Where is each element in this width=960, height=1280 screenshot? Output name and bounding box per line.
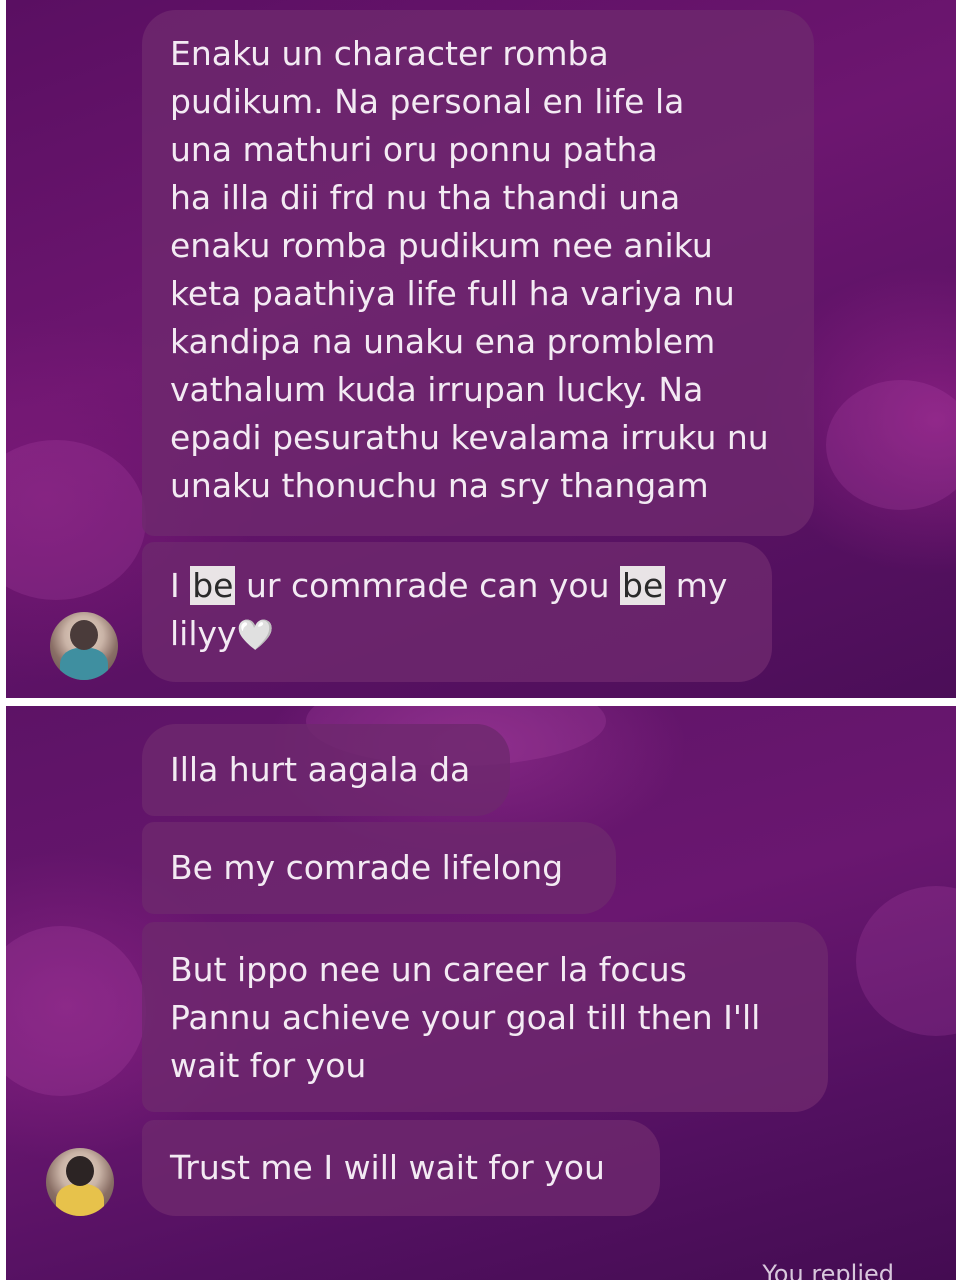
white-heart-emoji: 🤍 bbox=[236, 618, 274, 653]
heart-decoration bbox=[856, 886, 956, 1036]
chat-screenshot-bottom: Illa hurt aagala da Be my comrade lifelo… bbox=[6, 706, 956, 1280]
message-text: I be ur commrade can you be my bbox=[170, 566, 728, 605]
sender-avatar[interactable] bbox=[50, 612, 118, 680]
you-replied-label: You replied bbox=[762, 1260, 894, 1280]
chat-screenshot-top: Enaku un character romba pudikum. Na per… bbox=[6, 0, 956, 698]
heart-decoration bbox=[826, 380, 956, 510]
highlighted-word: be bbox=[620, 566, 666, 605]
highlighted-word: be bbox=[190, 566, 236, 605]
message-bubble[interactable]: Enaku un character romba pudikum. Na per… bbox=[142, 10, 814, 536]
message-bubble[interactable]: Illa hurt aagala da bbox=[142, 724, 510, 816]
message-text-line: lilyy bbox=[170, 614, 237, 653]
message-text: Trust me I will wait for you bbox=[170, 1148, 605, 1187]
heart-decoration bbox=[6, 440, 146, 600]
message-text: Illa hurt aagala da bbox=[170, 750, 471, 789]
message-bubble[interactable]: But ippo nee un career la focus Pannu ac… bbox=[142, 922, 828, 1112]
message-text: Be my comrade lifelong bbox=[170, 848, 564, 887]
message-text: Enaku un character romba pudikum. Na per… bbox=[170, 34, 769, 505]
heart-decoration bbox=[6, 926, 146, 1096]
message-bubble[interactable]: Be my comrade lifelong bbox=[142, 822, 616, 914]
message-bubble[interactable]: I be ur commrade can you be my lilyy🤍 bbox=[142, 542, 772, 682]
message-text: But ippo nee un career la focus Pannu ac… bbox=[170, 950, 761, 1085]
message-bubble[interactable]: Trust me I will wait for you bbox=[142, 1120, 660, 1216]
sender-avatar[interactable] bbox=[46, 1148, 114, 1216]
